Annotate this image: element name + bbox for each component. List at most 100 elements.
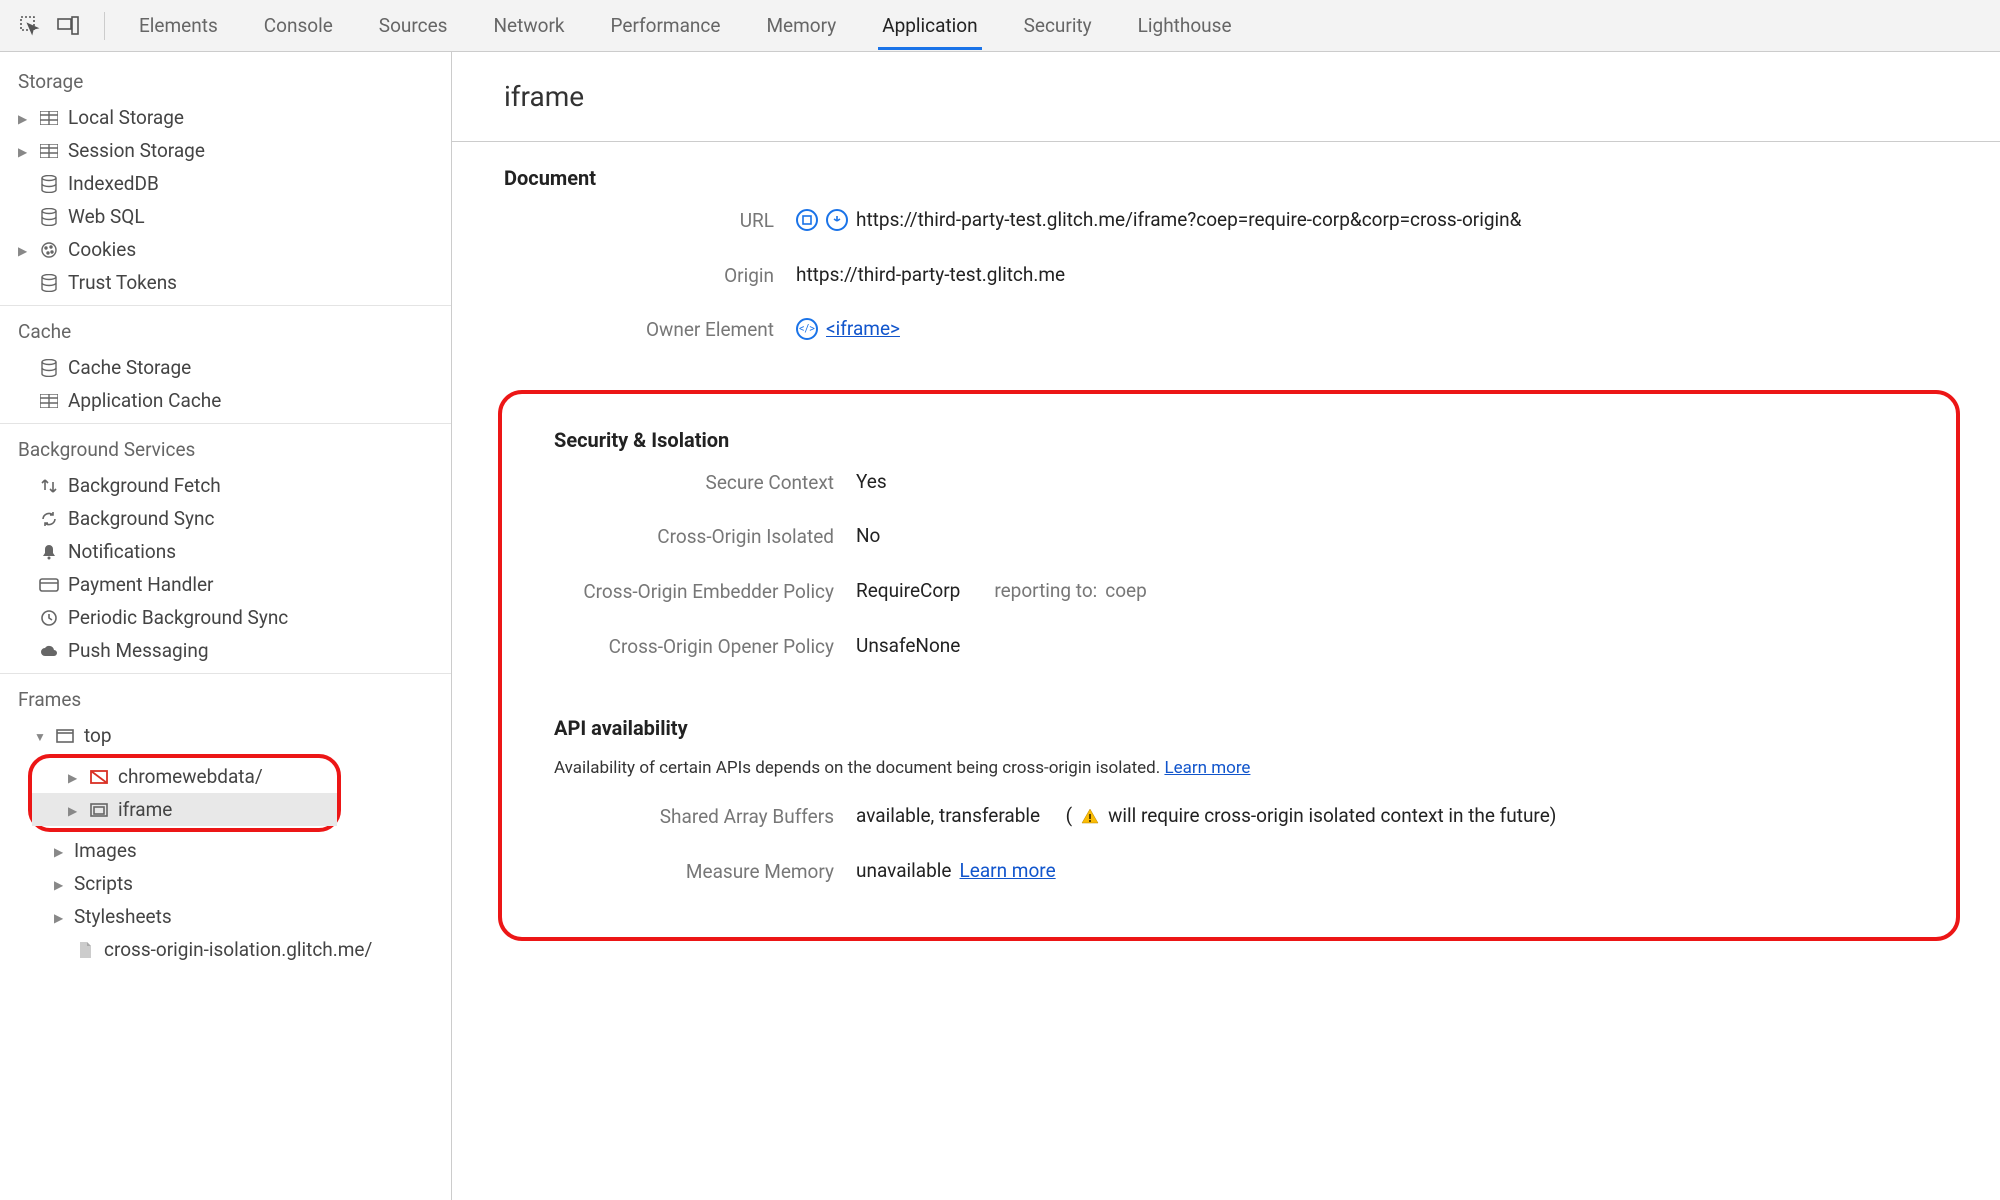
tab-sources[interactable]: Sources bbox=[375, 2, 452, 50]
section-document: Document URL https://third-party-test.gl… bbox=[452, 142, 2000, 382]
label-origin: Origin bbox=[504, 263, 774, 290]
iframe-icon bbox=[88, 799, 110, 821]
label-coep-reporting: reporting to: bbox=[994, 579, 1097, 602]
row-url: URL https://third-party-test.glitch.me/i… bbox=[504, 208, 1960, 235]
sidebar-item-payment-handler[interactable]: Payment Handler bbox=[0, 568, 451, 601]
reload-icon[interactable] bbox=[826, 209, 848, 231]
value-shared-array-buffers: available, transferable bbox=[856, 804, 1040, 827]
sidebar-item-label: IndexedDB bbox=[68, 172, 159, 195]
sidebar-section-background-services: Background Services bbox=[0, 430, 451, 469]
sidebar-item-label: Application Cache bbox=[68, 389, 221, 412]
open-in-new-icon[interactable] bbox=[796, 209, 818, 231]
highlight-box-security-isolation: Security & Isolation Secure Context Yes … bbox=[498, 390, 1960, 942]
section-api-availability: API availability Availability of certain… bbox=[502, 692, 1956, 917]
sidebar-item-session-storage[interactable]: ▶ Session Storage bbox=[0, 134, 451, 167]
sidebar-item-scripts[interactable]: ▶ Scripts bbox=[0, 867, 451, 900]
sidebar-item-stylesheets[interactable]: ▶ Stylesheets bbox=[0, 900, 451, 933]
sidebar-item-label: Background Fetch bbox=[68, 474, 221, 497]
tab-network[interactable]: Network bbox=[489, 2, 568, 50]
sidebar-item-trust-tokens[interactable]: Trust Tokens bbox=[0, 266, 451, 299]
label-url: URL bbox=[504, 208, 774, 235]
section-heading-security: Security & Isolation bbox=[554, 428, 1916, 452]
sidebar-item-label: top bbox=[84, 724, 112, 747]
sidebar-item-label: Background Sync bbox=[68, 507, 214, 530]
sidebar-section-storage: Storage bbox=[0, 62, 451, 101]
blocked-frame-icon bbox=[88, 766, 110, 788]
table-icon bbox=[38, 140, 60, 162]
sidebar-item-frame-chromewebdata[interactable]: ▶ chromewebdata/ bbox=[32, 760, 337, 793]
expand-icon: ▶ bbox=[18, 145, 30, 157]
label-measure-memory: Measure Memory bbox=[554, 859, 834, 886]
sidebar-item-periodic-background-sync[interactable]: Periodic Background Sync bbox=[0, 601, 451, 634]
api-learn-more-link[interactable]: Learn more bbox=[1164, 758, 1250, 778]
tab-performance[interactable]: Performance bbox=[607, 2, 725, 50]
sidebar-item-label: Payment Handler bbox=[68, 573, 213, 596]
sidebar-item-label: Images bbox=[74, 839, 137, 862]
tab-memory[interactable]: Memory bbox=[762, 2, 840, 50]
devtools-tabs: Elements Console Sources Network Perform… bbox=[135, 2, 1236, 50]
value-coep-reporting: coep bbox=[1105, 579, 1147, 602]
cookie-icon bbox=[38, 239, 60, 261]
database-icon bbox=[38, 272, 60, 294]
bell-icon bbox=[38, 541, 60, 563]
owner-element-link[interactable]: <iframe> bbox=[826, 317, 900, 340]
row-cross-origin-isolated: Cross-Origin Isolated No bbox=[554, 524, 1916, 551]
sidebar-item-label: Stylesheets bbox=[74, 905, 172, 928]
sidebar-item-websql[interactable]: Web SQL bbox=[0, 200, 451, 233]
device-toolbar-icon[interactable] bbox=[56, 14, 80, 38]
sidebar-item-background-fetch[interactable]: Background Fetch bbox=[0, 469, 451, 502]
sidebar-section-frames: Frames bbox=[0, 680, 451, 719]
card-icon bbox=[38, 574, 60, 596]
value-cross-origin-isolated: No bbox=[856, 524, 880, 547]
sidebar-item-frame-iframe[interactable]: ▶ iframe bbox=[32, 793, 337, 826]
label-coop: Cross-Origin Opener Policy bbox=[554, 634, 834, 661]
collapse-icon: ▼ bbox=[34, 730, 46, 742]
label-coep: Cross-Origin Embedder Policy bbox=[554, 579, 834, 606]
expand-icon: ▶ bbox=[68, 804, 80, 816]
measure-memory-learn-more-link[interactable]: Learn more bbox=[960, 859, 1056, 882]
sidebar-item-label: chromewebdata/ bbox=[118, 765, 263, 788]
sidebar-item-label: Periodic Background Sync bbox=[68, 606, 288, 629]
api-availability-description: Availability of certain APIs depends on … bbox=[554, 758, 1160, 778]
section-heading-api: API availability bbox=[554, 716, 1916, 740]
label-secure-context: Secure Context bbox=[554, 470, 834, 497]
tab-security[interactable]: Security bbox=[1020, 2, 1096, 50]
content-title: iframe bbox=[504, 80, 2000, 113]
row-measure-memory: Measure Memory unavailable Learn more bbox=[554, 859, 1916, 886]
sidebar-item-images[interactable]: ▶ Images bbox=[0, 834, 451, 867]
sidebar-item-cookies[interactable]: ▶ Cookies bbox=[0, 233, 451, 266]
tab-elements[interactable]: Elements bbox=[135, 2, 222, 50]
tab-lighthouse[interactable]: Lighthouse bbox=[1134, 2, 1236, 50]
sidebar-item-push-messaging[interactable]: Push Messaging bbox=[0, 634, 451, 667]
value-origin: https://third-party-test.glitch.me bbox=[796, 263, 1065, 286]
document-icon bbox=[74, 939, 96, 961]
sab-note-open: ( bbox=[1066, 804, 1073, 827]
sidebar-item-local-storage[interactable]: ▶ Local Storage bbox=[0, 101, 451, 134]
value-secure-context: Yes bbox=[856, 470, 887, 493]
value-measure-memory: unavailable bbox=[856, 859, 952, 882]
clock-icon bbox=[38, 607, 60, 629]
tab-application[interactable]: Application bbox=[878, 2, 981, 50]
sidebar-item-frame-leaf[interactable]: cross-origin-isolation.glitch.me/ bbox=[0, 933, 451, 966]
row-coep: Cross-Origin Embedder Policy RequireCorp… bbox=[554, 579, 1916, 606]
database-icon bbox=[38, 206, 60, 228]
sidebar-item-frame-top[interactable]: ▼ top bbox=[0, 719, 451, 752]
tab-console[interactable]: Console bbox=[260, 2, 337, 50]
value-url: https://third-party-test.glitch.me/ifram… bbox=[856, 208, 1521, 231]
expand-icon: ▶ bbox=[54, 878, 66, 890]
database-icon bbox=[38, 357, 60, 379]
code-icon[interactable]: </> bbox=[796, 318, 818, 340]
sidebar-item-notifications[interactable]: Notifications bbox=[0, 535, 451, 568]
sidebar-item-application-cache[interactable]: Application Cache bbox=[0, 384, 451, 417]
sidebar-item-background-sync[interactable]: Background Sync bbox=[0, 502, 451, 535]
value-coop: UnsafeNone bbox=[856, 634, 960, 657]
sidebar-section-cache: Cache bbox=[0, 312, 451, 351]
warning-icon bbox=[1080, 806, 1100, 826]
row-shared-array-buffers: Shared Array Buffers available, transfer… bbox=[554, 804, 1916, 831]
sidebar-item-label: Session Storage bbox=[68, 139, 205, 162]
row-coop: Cross-Origin Opener Policy UnsafeNone bbox=[554, 634, 1916, 661]
sidebar-item-label: Cache Storage bbox=[68, 356, 191, 379]
sidebar-item-indexeddb[interactable]: IndexedDB bbox=[0, 167, 451, 200]
inspect-icon[interactable] bbox=[18, 14, 42, 38]
sidebar-item-cache-storage[interactable]: Cache Storage bbox=[0, 351, 451, 384]
